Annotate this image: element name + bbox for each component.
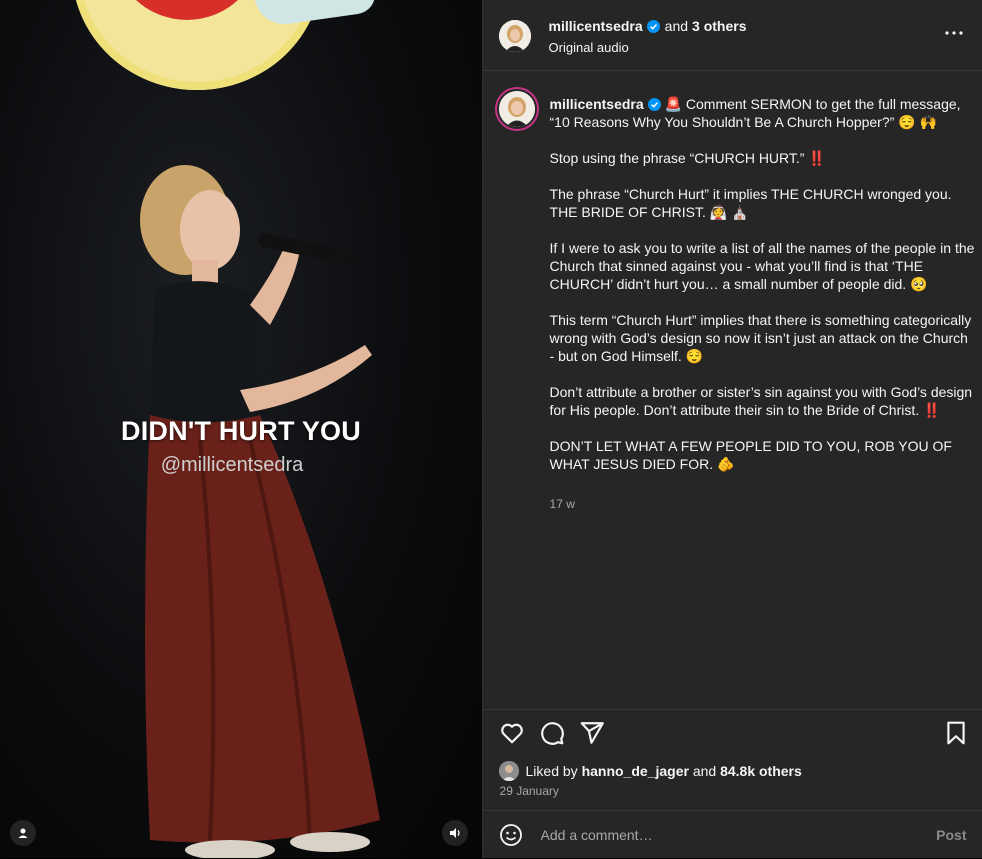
likes-summary: Liked by hanno_de_jager and 84.8k others bbox=[498, 761, 802, 781]
header-title: millicentsedra and 3 others bbox=[549, 18, 747, 34]
caption-paragraph: If I were to ask you to write a list of … bbox=[549, 240, 975, 292]
header-collaborators[interactable]: 3 others bbox=[692, 18, 746, 34]
liker-username[interactable]: hanno_de_jager bbox=[582, 763, 689, 779]
video-overlay-title: DIDN'T HURT YOU bbox=[121, 416, 361, 446]
caption-section: millicentsedra 🚨 Comment SERMON to get t… bbox=[483, 71, 982, 709]
reel-video[interactable]: DIDN'T HURT YOU @millicentsedra bbox=[0, 0, 482, 858]
share-icon[interactable] bbox=[579, 720, 605, 746]
post-actions: Liked by hanno_de_jager and 84.8k others… bbox=[482, 709, 982, 810]
user-tag-icon bbox=[18, 828, 28, 838]
caption-paragraph: DON’T LET WHAT A FEW PEOPLE DID TO YOU, … bbox=[549, 438, 952, 472]
likes-count[interactable]: 84.8k others bbox=[720, 763, 802, 779]
liker-avatar[interactable] bbox=[498, 761, 519, 781]
video-overlay-handle: @millicentsedra bbox=[160, 454, 304, 476]
audio-label[interactable]: Original audio bbox=[549, 40, 629, 55]
performer-figure bbox=[140, 165, 380, 858]
caption-username[interactable]: millicentsedra bbox=[550, 96, 644, 112]
post-date: 29 January bbox=[499, 784, 559, 798]
verified-badge-icon bbox=[646, 19, 660, 33]
caption-paragraph: Don’t attribute a brother or sister’s si… bbox=[549, 384, 973, 418]
post-viewer: DIDN'T HURT YOU @millicentsedra millicen… bbox=[0, 0, 982, 858]
heart-icon[interactable] bbox=[499, 720, 525, 746]
mute-toggle-button[interactable] bbox=[442, 820, 468, 846]
comment-input[interactable] bbox=[538, 823, 923, 847]
comment-bar: Post bbox=[482, 810, 982, 859]
caption-paragraph: The phrase “Church Hurt” it implies THE … bbox=[549, 186, 952, 220]
avatar[interactable] bbox=[498, 91, 535, 127]
emoji-screen-graphic bbox=[72, 0, 378, 90]
post-header: millicentsedra and 3 others Original aud… bbox=[482, 0, 982, 71]
more-dots-icon bbox=[944, 31, 963, 35]
emoji-icon[interactable] bbox=[499, 823, 523, 847]
post-comment-button[interactable]: Post bbox=[936, 827, 966, 843]
comment-icon[interactable] bbox=[539, 720, 565, 746]
tagged-users-button[interactable] bbox=[10, 820, 36, 846]
verified-badge-icon bbox=[647, 98, 661, 111]
post-time-ago[interactable]: 17 w bbox=[550, 497, 575, 511]
sound-icon bbox=[450, 828, 460, 838]
caption-paragraph: This term “Church Hurt” implies that the… bbox=[549, 312, 972, 364]
header-and-text: and bbox=[664, 18, 689, 34]
header-username[interactable]: millicentsedra bbox=[549, 18, 643, 34]
caption-paragraph: millicentsedra 🚨 Comment SERMON to get t… bbox=[550, 95, 975, 131]
caption-text: millicentsedra 🚨 Comment SERMON to get t… bbox=[550, 95, 975, 491]
liked-by-label: Liked by bbox=[525, 763, 578, 779]
bookmark-icon[interactable] bbox=[943, 720, 969, 746]
more-options-button[interactable] bbox=[943, 22, 965, 44]
likes-and-text: and bbox=[692, 763, 717, 779]
avatar[interactable] bbox=[498, 20, 531, 52]
post-details-panel: millicentsedra and 3 others Original aud… bbox=[481, 0, 982, 859]
caption-paragraph: Stop using the phrase “CHURCH HURT.” ‼️ bbox=[549, 150, 826, 166]
